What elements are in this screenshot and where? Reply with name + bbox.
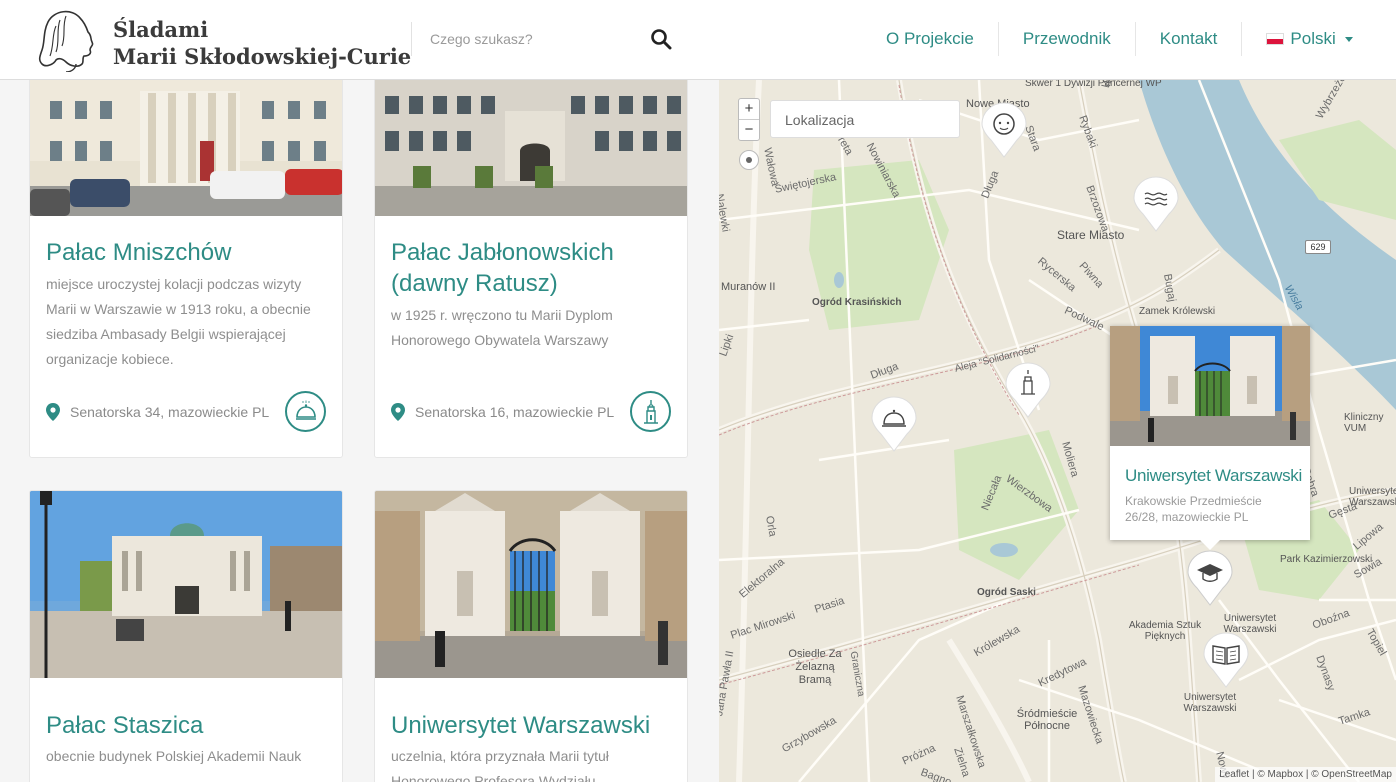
place-address-text: Senatorska 34, mazowieckie PL — [70, 404, 270, 420]
map-pin-icon — [46, 403, 60, 421]
site-title-line1: Śladami — [113, 17, 209, 42]
place-photo — [375, 491, 687, 678]
road-number-badge: 629 — [1305, 240, 1331, 254]
map-label-stare-miasto: Stare Miasto — [1057, 228, 1125, 242]
map-label-zamek: Zamek Królewski — [1139, 306, 1216, 317]
map-marker-water-icon[interactable] — [1133, 176, 1179, 232]
map-marker-book-icon[interactable] — [1203, 632, 1249, 688]
popup-title[interactable]: Uniwersytet Warszawski — [1125, 466, 1302, 486]
chevron-down-icon — [1344, 36, 1353, 42]
place-card[interactable]: Uniwersytet Warszawski uczelnia, która p… — [374, 490, 688, 782]
map-label-akademia: Akademia Sztuk Pięknych — [1128, 620, 1202, 642]
map-label-muranow: Muranów II — [721, 281, 776, 293]
site-title[interactable]: Śladami Marii Skłodowskiej-Curie — [113, 16, 411, 70]
zoom-out-button[interactable]: − — [739, 120, 759, 141]
places-list: Pałac Mniszchów miejsce uroczystej kolac… — [0, 80, 719, 782]
site-title-line2: Marii Skłodowskiej-Curie — [113, 44, 412, 69]
place-card[interactable]: Pałac Mniszchów miejsce uroczystej kolac… — [29, 80, 343, 458]
place-title[interactable]: Pałac Staszica — [46, 710, 331, 741]
map-pin-icon — [391, 403, 405, 421]
place-description: obecnie budynek Polskiej Akademii Nauk — [46, 748, 302, 764]
dinner-cloche-icon — [285, 391, 326, 432]
poland-flag-icon — [1266, 33, 1285, 45]
place-photo — [30, 491, 342, 678]
popup-photo — [1110, 326, 1310, 446]
place-description: uczelnia, która przyznała Marii tytuł Ho… — [391, 748, 609, 782]
popup-address: Krakowskie Przedmieście 26/28, mazowieck… — [1125, 494, 1262, 524]
map-marker-dinner-cloche-icon[interactable] — [871, 396, 917, 452]
main-nav: O Projekcie Przewodnik Kontakt Polski — [862, 22, 1377, 56]
place-description: w 1925 r. wręczono tu Marii Dyplom Honor… — [391, 307, 613, 348]
nav-przewodnik[interactable]: Przewodnik — [997, 22, 1135, 56]
map-label-skwer: Skwer 1 Dywizji Pancernej WP — [1025, 80, 1162, 89]
map-label-osiedle: Osiedle Za Żelazną Bramą — [788, 648, 842, 686]
place-description: miejsce uroczystej kolacji podczas wizyt… — [46, 276, 311, 367]
map-marker-baby-icon[interactable] — [981, 102, 1027, 158]
map-label-ogrod-krasinskich: Ogród Krasińskich — [812, 297, 902, 308]
marie-curie-profile-logo-icon[interactable] — [36, 6, 102, 72]
map-label-uw-3: Uniwersytet Warszawski — [1183, 692, 1237, 714]
map-marker-tower-icon[interactable] — [1005, 362, 1051, 418]
locate-me-button[interactable] — [739, 150, 759, 170]
place-address: Senatorska 16, mazowieckie PL — [391, 403, 614, 421]
language-select[interactable]: Polski — [1241, 22, 1376, 56]
location-search-input[interactable]: Lokalizacja — [770, 100, 960, 138]
map-label-srodmiescie: Śródmieście Północne — [1016, 708, 1078, 732]
map-view[interactable]: Skwer 1 Dywizji Pancernej WP Nowe Miasto… — [719, 80, 1396, 782]
nav-kontakt[interactable]: Kontakt — [1134, 22, 1242, 56]
zoom-control: + − — [738, 98, 760, 141]
map-attribution[interactable]: Leaflet | © Mapbox | © OpenStreetMap — [1215, 767, 1396, 782]
place-card[interactable]: Pałac Jabłonowskich (dawny Ratusz) w 192… — [374, 80, 688, 458]
language-label: Polski — [1290, 29, 1336, 48]
nav-o-projekcie[interactable]: O Projekcie — [862, 22, 998, 56]
place-title[interactable]: Uniwersytet Warszawski — [391, 710, 676, 741]
map-label-ogrod-saski: Ogród Saski — [977, 587, 1036, 598]
place-address-text: Senatorska 16, mazowieckie PL — [415, 404, 615, 420]
place-card[interactable]: Pałac Staszica obecnie budynek Polskiej … — [29, 490, 343, 782]
place-address: Senatorska 34, mazowieckie PL — [46, 403, 269, 421]
search-icon[interactable] — [650, 28, 672, 50]
search-input[interactable] — [430, 28, 630, 50]
map-marker-graduation-cap-icon[interactable] — [1187, 550, 1233, 606]
popup-tip — [1200, 540, 1220, 550]
site-header: Śladami Marii Skłodowskiej-Curie O Proje… — [0, 0, 1396, 80]
place-title[interactable]: Pałac Jabłonowskich (dawny Ratusz) — [391, 237, 676, 299]
search-box — [411, 22, 673, 56]
map-popup[interactable]: Uniwersytet Warszawski Krakowskie Przedm… — [1110, 326, 1310, 540]
map-label-park-kazimierzowski: Park Kazimierzowski — [1280, 554, 1373, 565]
place-photo — [375, 80, 687, 216]
zoom-in-button[interactable]: + — [739, 99, 759, 120]
place-photo — [30, 80, 342, 216]
place-title[interactable]: Pałac Mniszchów — [46, 237, 331, 268]
map-label-kliniczny: Kliniczny VUM — [1344, 412, 1384, 434]
tower-icon — [630, 391, 671, 432]
